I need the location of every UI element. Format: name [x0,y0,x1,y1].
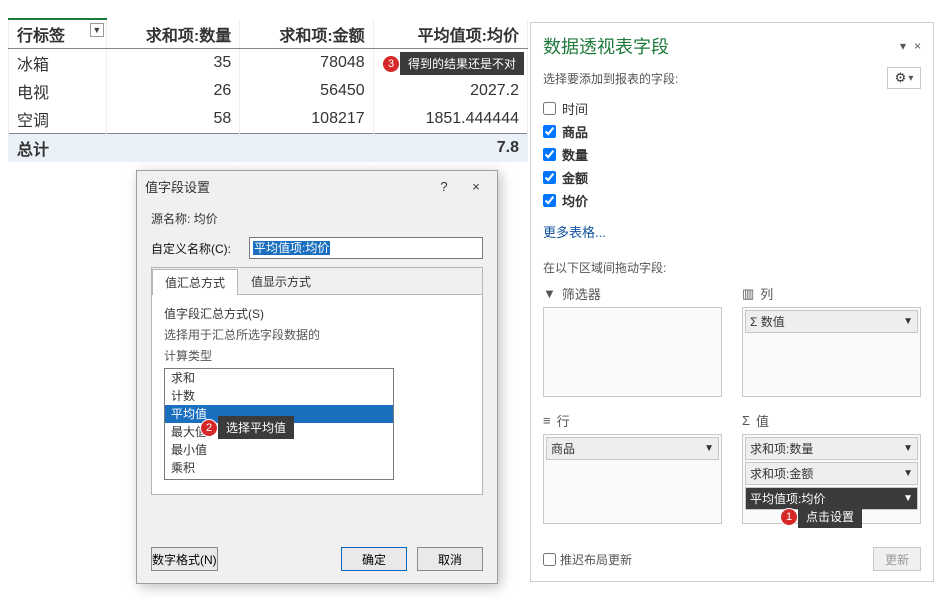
pane-title: 数据透视表字段 [543,33,669,59]
field-item[interactable]: 时间 [543,97,921,120]
col-header-amt: 求和项:金额 [240,19,373,49]
annotation-3: 3得到的结果还是不对 [382,52,524,75]
area-chip[interactable]: 商品▼ [546,437,719,460]
calc-type-label: 计算类型 [164,347,470,364]
field-item[interactable]: 均价 [543,189,921,212]
tab-summarize[interactable]: 值汇总方式 [152,269,238,295]
value-field-settings-dialog: 值字段设置 ? × 源名称: 均价 自定义名称(C): 平均值项:均价 值汇总方… [136,170,498,584]
calc-option[interactable]: 计数 [165,387,393,405]
area-chip[interactable]: Σ 数值▼ [745,310,918,333]
field-list: 时间 商品 数量 金额 均价 [543,97,921,212]
field-checkbox[interactable] [543,102,556,115]
calc-option[interactable]: 乘积 [165,459,393,477]
pivot-fields-pane: 数据透视表字段 ▾ × 选择要添加到报表的字段: ⚙▾ 时间 商品 数量 金额 … [530,22,934,582]
pane-close-icon[interactable]: × [914,39,921,53]
pane-dropdown-icon[interactable]: ▾ [900,39,906,53]
field-item[interactable]: 数量 [543,143,921,166]
sigma-icon: Σ [742,413,750,428]
filters-area[interactable]: ▼筛选器 [543,284,722,397]
field-checkbox[interactable] [543,171,556,184]
source-name-label: 源名称: 均价 [151,210,483,227]
calc-option[interactable]: 最小值 [165,441,393,459]
help-button[interactable]: ? [431,179,457,194]
field-checkbox[interactable] [543,148,556,161]
summarize-desc: 选择用于汇总所选字段数据的 [164,326,470,343]
columns-icon: ▥ [742,286,754,302]
gear-icon: ⚙ [895,70,907,86]
close-button[interactable]: × [463,179,489,194]
annotation-2: 2选择平均值 [200,416,294,439]
pane-subtitle: 选择要添加到报表的字段: [543,70,678,87]
custom-name-label: 自定义名称(C): [151,240,243,257]
defer-layout-checkbox[interactable]: 推迟布局更新 [543,551,632,568]
table-row: 电视26564502027.2 [9,77,528,105]
col-header-avg: 平均值项:均价 [373,19,527,49]
tab-show-values[interactable]: 值显示方式 [238,268,324,294]
columns-area[interactable]: ▥列 Σ 数值▼ [742,284,921,397]
filter-icon: ▼ [543,286,556,301]
field-item[interactable]: 商品 [543,120,921,143]
summarize-label: 值字段汇总方式(S) [164,305,470,322]
rows-icon: ≡ [543,413,551,428]
grand-total-row: 总计7.8 [9,134,528,163]
field-checkbox[interactable] [543,125,556,138]
field-checkbox[interactable] [543,194,556,207]
row-labels-header[interactable]: 行标签 ▼ [9,19,107,49]
rows-area[interactable]: ≡行 商品▼ [543,411,722,524]
dialog-title: 值字段设置 [145,177,210,196]
cancel-button[interactable]: 取消 [417,547,483,571]
gear-button[interactable]: ⚙▾ [887,67,921,89]
more-tables-link[interactable]: 更多表格... [543,222,921,241]
field-item[interactable]: 金额 [543,166,921,189]
table-row: 空调581082171851.444444 [9,105,528,134]
area-chip[interactable]: 求和项:金额▼ [745,462,918,485]
filter-dropdown-icon[interactable]: ▼ [90,23,104,37]
pivot-table: 行标签 ▼ 求和项:数量 求和项:金额 平均值项:均价 冰箱3578048219… [8,18,528,162]
annotation-1: 1点击设置 [780,505,862,528]
number-format-button[interactable]: 数字格式(N) [151,547,218,571]
area-chip[interactable]: 求和项:数量▼ [745,437,918,460]
drag-caption: 在以下区域间拖动字段: [543,259,921,276]
col-header-qty: 求和项:数量 [106,19,239,49]
update-button[interactable]: 更新 [873,547,921,571]
calc-option[interactable]: 求和 [165,369,393,387]
custom-name-input[interactable]: 平均值项:均价 [249,237,483,259]
ok-button[interactable]: 确定 [341,547,407,571]
